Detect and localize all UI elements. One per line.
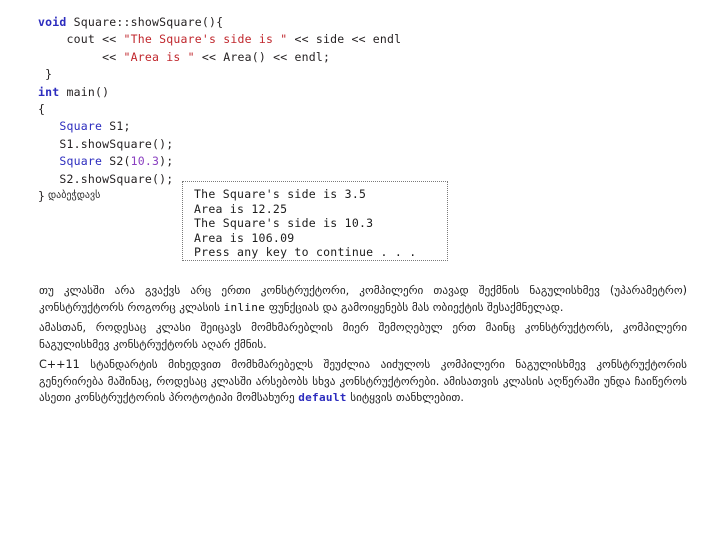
code-token-plain: main() xyxy=(59,84,110,99)
code-token-str: "Area is " xyxy=(123,49,195,64)
inline-keyword: inline xyxy=(223,300,266,314)
code-token-plain: S1.showSquare(); xyxy=(38,136,174,151)
paragraph-cpp11-default: C++11 სტანდარტის მიხედვით მომხმარებელს შ… xyxy=(39,357,687,407)
code-token-plain: cout << xyxy=(38,32,124,47)
code-token-plain: << side << endl xyxy=(287,32,402,47)
paragraph-default-constructor: თუ კლასში არა გვაქვს არც ერთი კონსტრუქტო… xyxy=(39,283,687,316)
console-caption: დაბეჭდავს xyxy=(48,190,101,201)
paragraph2-text: ამასთან, როდესაც კლასი შეიცავს მომხმარებ… xyxy=(39,321,687,351)
console-line: Press any key to continue . . . xyxy=(194,245,417,260)
code-token-plain: { xyxy=(38,102,46,117)
paragraph1-text-after: ფუნქციას და გამოიყენებს მას ობიექტის შეს… xyxy=(265,300,564,314)
code-token-num: 10.3 xyxy=(130,154,160,169)
code-token-type: Square xyxy=(59,154,103,169)
code-line: } xyxy=(38,66,401,83)
code-line: Square S2(10.3); xyxy=(38,153,401,170)
code-token-plain: S2( xyxy=(102,154,131,169)
console-line: Area is 106.09 xyxy=(194,230,295,245)
code-token-type: Square xyxy=(59,119,103,134)
code-line: S1.showSquare(); xyxy=(38,136,401,153)
code-token-plain: << xyxy=(38,49,124,64)
console-line: The Square's side is 10.3 xyxy=(194,216,374,231)
code-listing: void Square::showSquare(){ cout << "The … xyxy=(38,14,401,205)
code-token-plain: S2.showSquare(); xyxy=(38,171,174,186)
console-line: Area is 12.25 xyxy=(194,201,288,216)
paragraph-user-constructor: ამასთან, როდესაც კლასი შეიცავს მომხმარებ… xyxy=(39,320,687,353)
console-output-box: The Square's side is 3.5 Area is 12.25 T… xyxy=(182,181,448,261)
code-token-plain: ); xyxy=(159,154,174,169)
code-line: cout << "The Square's side is " << side … xyxy=(38,31,401,48)
code-line: << "Area is " << Area() << endl; xyxy=(38,49,401,66)
code-line: { xyxy=(38,101,401,118)
paragraph3-text-after: სიტყვის თანხლებით. xyxy=(346,391,464,405)
code-line: int main() xyxy=(38,84,401,101)
code-line: void Square::showSquare(){ xyxy=(38,14,401,31)
code-token-kw: int xyxy=(38,84,60,99)
code-token-plain: Square::showSquare(){ xyxy=(66,15,224,29)
default-keyword: default xyxy=(298,391,347,405)
console-line: The Square's side is 3.5 xyxy=(194,187,367,201)
code-line: Square S1; xyxy=(38,118,401,135)
code-token-plain: } xyxy=(38,67,53,82)
code-token-plain: S1; xyxy=(102,119,131,134)
code-token-kw: void xyxy=(38,15,67,29)
code-token-plain: << Area() << endl; xyxy=(194,49,331,64)
code-token-plain: } xyxy=(38,189,46,204)
code-token-str: "The Square's side is " xyxy=(123,32,288,47)
